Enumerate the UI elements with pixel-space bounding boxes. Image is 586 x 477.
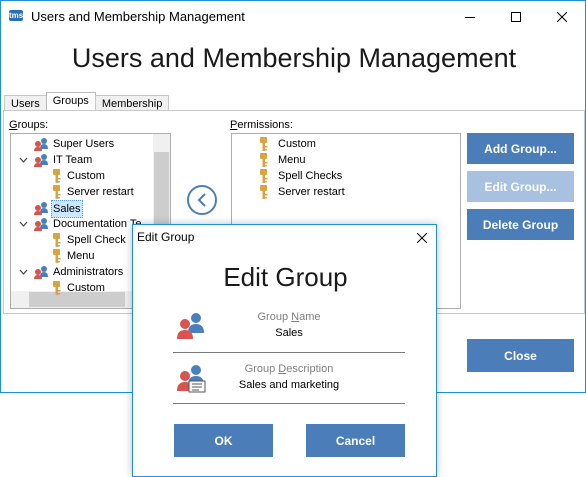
maximize-button[interactable] [493,1,539,32]
key-icon [260,169,268,183]
tree-item-label: Custom [67,282,105,294]
delete-group-button[interactable]: Delete Group [467,209,574,240]
permission-label: Custom [278,138,316,150]
tree-item-label: Administrators [53,266,124,278]
cancel-button[interactable]: Cancel [306,424,405,457]
tree-item-label: Server restart [67,186,134,198]
key-icon [53,249,61,263]
dialog-heading: Edit Group [223,262,348,292]
groups-label: Groups: [9,119,49,131]
window-title: Users and Membership Management [31,9,245,24]
users-group-icon [34,138,48,151]
key-icon [53,281,61,295]
divider [173,352,405,353]
dialog-title: Edit Group [137,230,195,244]
group-description-label: Group Description [244,363,334,375]
divider [173,403,405,404]
group-description-field[interactable]: Sales and marketing [213,379,365,391]
app-icon: tms [9,10,24,21]
tree-item-label: Custom [67,170,105,182]
chevron-down-icon[interactable] [19,268,28,277]
chevron-down-icon[interactable] [19,220,28,229]
close-button[interactable]: Close [467,339,574,372]
minimize-button[interactable] [447,1,493,32]
permission-label: Server restart [278,186,345,198]
users-description-icon [177,365,206,393]
tree-item-label: Documentation Te [53,218,142,230]
tab-users[interactable]: Users [4,95,47,111]
users-group-icon [177,313,204,339]
close-icon [557,11,567,22]
tree-item-label: Menu [67,250,95,262]
edit-group-dialog: Edit Group Edit Group Group Name Sales G… [132,224,437,477]
permission-label: Menu [278,154,306,166]
permission-label: Spell Checks [278,170,343,182]
key-icon [53,169,61,183]
maximize-icon [511,11,521,22]
tab-groups[interactable]: Groups [45,92,96,111]
users-group-icon [34,266,48,279]
tree-item-label: Super Users [53,138,115,150]
page-heading: Users and Membership Management [71,43,517,73]
title-bar: tms Users and Membership Management [1,1,585,32]
permissions-label: Permissions: [230,119,293,131]
group-name-label: Group Name [257,311,321,323]
key-icon [260,185,268,199]
minimize-icon [465,16,475,18]
tab-bar: Users Groups Membership [4,92,170,111]
chevron-left-circle-icon [197,193,206,207]
dialog-close-button[interactable] [412,228,432,248]
close-window-button[interactable] [539,1,585,32]
tab-membership[interactable]: Membership [94,95,170,111]
edit-group-button[interactable]: Edit Group... [467,171,574,202]
key-icon [260,137,268,151]
users-group-icon [34,218,48,231]
tree-item-label: IT Team [53,154,93,166]
tree-item-label: Spell Check [67,234,126,246]
chevron-down-icon[interactable] [19,156,28,165]
users-group-icon [34,202,48,215]
users-group-icon [34,154,48,167]
group-name-field[interactable]: Sales [223,327,355,339]
ok-button[interactable]: OK [174,424,273,457]
add-group-button[interactable]: Add Group... [467,133,574,164]
key-icon [260,153,268,167]
move-left-button[interactable] [187,185,217,215]
close-icon [417,233,427,243]
key-icon [53,233,61,247]
key-icon [53,185,61,199]
